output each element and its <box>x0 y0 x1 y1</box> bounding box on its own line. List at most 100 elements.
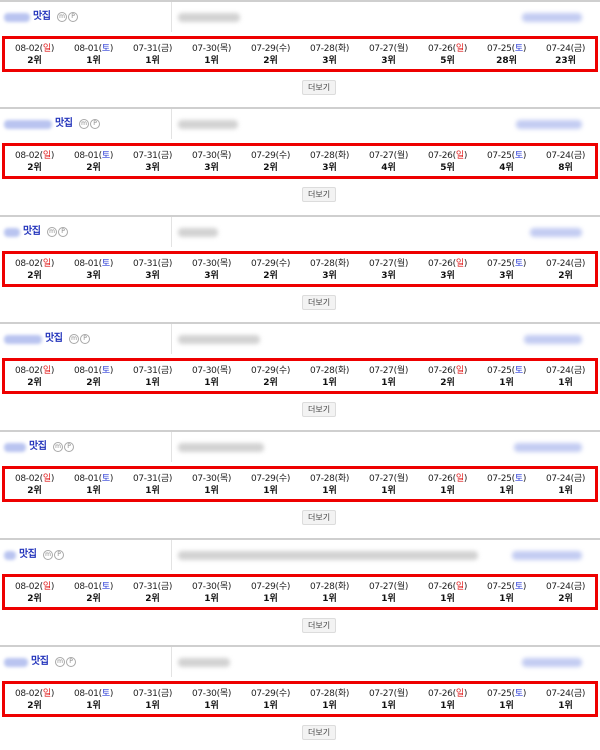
more-button[interactable]: 더보기 <box>302 80 337 95</box>
day-of-week: 수 <box>278 689 287 699</box>
redacted-keyword <box>4 658 28 667</box>
day-of-week: 일 <box>42 44 51 54</box>
keyword-cell[interactable]: 맛집 m P <box>0 217 172 247</box>
date-number: 07-29 <box>250 582 276 592</box>
date-label: 07-31(금) <box>132 44 173 54</box>
more-button[interactable]: 더보기 <box>302 618 337 633</box>
daily-rank-cell: 07-30(목) 1위 <box>182 577 241 607</box>
daily-rank-cell: 07-29(수) 2위 <box>241 254 300 284</box>
day-of-week: 수 <box>278 259 287 269</box>
date-number: 07-26 <box>427 151 453 161</box>
daily-rank-cell: 08-02(일) 2위 <box>5 146 64 176</box>
rank-value: 2위 <box>263 271 278 281</box>
keyword-cell[interactable]: 맛집 m P <box>0 2 172 32</box>
day-of-week: 토 <box>514 44 523 54</box>
day-of-week: 금 <box>160 44 169 54</box>
redacted-keyword <box>4 228 20 237</box>
redacted-url <box>178 551 478 560</box>
date-number: 07-30 <box>191 151 217 161</box>
keyword-header: 맛집 m P <box>0 2 600 32</box>
date-number: 07-30 <box>191 44 217 54</box>
date-label: 07-25(토) <box>486 151 527 161</box>
rank-value: 1위 <box>204 594 219 604</box>
rank-value: 1위 <box>381 594 396 604</box>
daily-rank-cell: 07-29(수) 1위 <box>241 684 300 714</box>
date-number: 07-28 <box>309 689 335 699</box>
date-number: 07-27 <box>368 474 394 484</box>
redacted-url <box>178 228 218 237</box>
date-number: 08-01 <box>73 366 99 376</box>
more-button[interactable]: 더보기 <box>302 402 337 417</box>
date-number: 07-26 <box>427 44 453 54</box>
keyword-header: 맛집 m P <box>0 217 600 247</box>
rank-value: 3위 <box>322 271 337 281</box>
rank-value: 2위 <box>27 56 42 66</box>
date-number: 07-25 <box>486 259 512 269</box>
rank-value: 2위 <box>263 163 278 173</box>
keyword-cell[interactable]: 맛집 m P <box>0 647 172 677</box>
day-of-week: 금 <box>160 151 169 161</box>
daily-rank-cell: 08-02(일) 2위 <box>5 254 64 284</box>
mobile-indicator-icon: m <box>79 119 89 129</box>
daily-rank-cell: 07-31(금) 1위 <box>123 469 182 499</box>
day-of-week: 토 <box>514 259 523 269</box>
date-number: 07-24 <box>545 689 571 699</box>
date-number: 07-26 <box>427 689 453 699</box>
date-label: 07-28(화) <box>309 44 350 54</box>
date-label: 08-02(일) <box>14 366 55 376</box>
daily-rank-cell: 07-31(금) 2위 <box>123 577 182 607</box>
more-button[interactable]: 더보기 <box>302 510 337 525</box>
keyword-cell[interactable]: 맛집 m P <box>0 540 172 570</box>
keyword-tag: 맛집 <box>55 118 73 129</box>
daily-rank-cell: 07-25(토) 3위 <box>477 254 536 284</box>
rank-value: 5위 <box>440 163 455 173</box>
day-of-week: 일 <box>42 474 51 484</box>
daily-rank-cell: 07-29(수) 1위 <box>241 469 300 499</box>
daily-rank-cell: 07-30(목) 1위 <box>182 684 241 714</box>
more-button[interactable]: 더보기 <box>302 725 337 740</box>
daily-rank-cell: 07-31(금) 1위 <box>123 684 182 714</box>
redacted-link <box>512 551 582 560</box>
pc-indicator-icon: P <box>58 227 68 237</box>
date-number: 07-27 <box>368 151 394 161</box>
rank-value: 1위 <box>145 56 160 66</box>
day-of-week: 금 <box>573 582 582 592</box>
daily-rank-cell: 07-26(일) 3위 <box>418 254 477 284</box>
date-label: 08-01(토) <box>73 366 114 376</box>
more-button[interactable]: 더보기 <box>302 295 337 310</box>
date-number: 07-29 <box>250 689 276 699</box>
pc-indicator-icon: P <box>66 657 76 667</box>
rank-value: 1위 <box>263 701 278 711</box>
keyword-cell[interactable]: 맛집 m P <box>0 109 172 139</box>
day-of-week: 월 <box>396 689 405 699</box>
date-number: 08-01 <box>73 151 99 161</box>
daily-rank-cell: 07-28(화) 1위 <box>300 684 359 714</box>
rank-value: 3위 <box>440 271 455 281</box>
day-of-week: 토 <box>514 474 523 484</box>
date-label: 07-27(월) <box>368 366 409 376</box>
daily-rank-cell: 08-01(토) 1위 <box>64 469 123 499</box>
date-label: 07-25(토) <box>486 474 527 484</box>
keyword-cell[interactable]: 맛집 m P <box>0 432 172 462</box>
more-button[interactable]: 더보기 <box>302 187 337 202</box>
date-label: 07-26(일) <box>427 582 468 592</box>
date-label: 08-01(토) <box>73 151 114 161</box>
day-of-week: 월 <box>396 582 405 592</box>
day-of-week: 토 <box>101 366 110 376</box>
date-label: 07-28(화) <box>309 689 350 699</box>
date-number: 07-31 <box>132 259 158 269</box>
keyword-cell[interactable]: 맛집 m P <box>0 324 172 354</box>
mobile-indicator-icon: m <box>53 442 63 452</box>
keyword-tag: 맛집 <box>45 333 63 344</box>
redacted-link <box>514 443 582 452</box>
date-number: 08-02 <box>14 474 40 484</box>
redacted-url <box>178 335 260 344</box>
pc-indicator-icon: P <box>68 12 78 22</box>
rank-value: 2위 <box>263 378 278 388</box>
daily-rank-cell: 07-26(일) 5위 <box>418 146 477 176</box>
date-number: 07-24 <box>545 259 571 269</box>
day-of-week: 토 <box>101 689 110 699</box>
date-label: 08-01(토) <box>73 689 114 699</box>
daily-rank-cell: 07-28(화) 3위 <box>300 39 359 69</box>
rank-value: 1위 <box>86 701 101 711</box>
